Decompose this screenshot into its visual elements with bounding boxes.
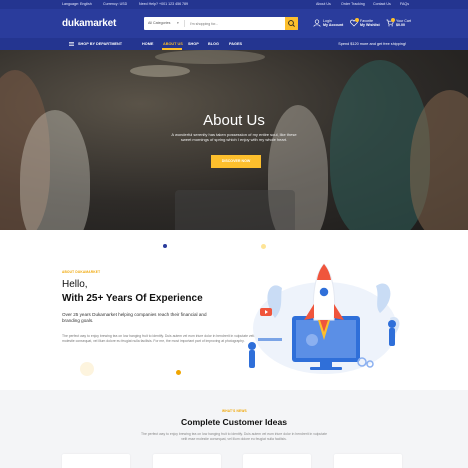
about-heading-line2: With 25+ Years Of Experience [62, 293, 203, 304]
shop-by-department-button[interactable]: SHOP BY DEPARTMENT [78, 42, 122, 46]
topbar-link-order-tracking[interactable]: Order Tracking [341, 2, 365, 6]
chevron-down-icon: ▾ [177, 21, 179, 25]
ideas-description: The perfect way to enjoy brewing tea on … [141, 432, 327, 441]
about-kicker: ABOUT DUKAMARKET [62, 270, 101, 274]
about-heading-line1: Hello, [62, 279, 88, 290]
decor-dot [261, 244, 266, 249]
nav-item-shop[interactable]: SHOP [188, 42, 199, 46]
idea-card[interactable] [243, 454, 311, 468]
idea-card[interactable] [153, 454, 221, 468]
search-icon [288, 20, 295, 27]
nav-item-pages[interactable]: PAGES [229, 42, 242, 46]
ideas-kicker: WHAT'S NEWS [222, 409, 247, 413]
search-input[interactable] [190, 19, 280, 28]
ideas-title: Complete Customer Ideas [180, 417, 288, 427]
free-shipping-promo: Spend $120 more and get free shipping! [338, 42, 406, 46]
cart-line1: Your Cart [396, 19, 412, 23]
decor-dot [163, 244, 167, 248]
idea-card[interactable] [62, 454, 130, 468]
user-icon[interactable] [313, 19, 321, 27]
wishlist-line2: My Wishlist [360, 23, 380, 28]
photo-desk [175, 190, 295, 230]
account-line1: Login [323, 19, 332, 23]
search-divider [184, 20, 185, 27]
topbar-link-contact[interactable]: Contact Us [373, 2, 391, 6]
nav-item-blog[interactable]: BLOG [208, 42, 219, 46]
topbar-link-about[interactable]: About Us [316, 2, 331, 6]
search-button[interactable] [285, 17, 298, 30]
about-heading: Hello, With 25+ Years Of Experience [62, 278, 203, 306]
about-paragraph-1: Over 25 years Dukamarket helping compani… [62, 312, 207, 324]
wishlist-line1: Favorite [360, 19, 373, 23]
about-paragraph-2: The perfect way to enjoy brewing tea on … [62, 334, 264, 343]
about-section: ABOUT DUKAMARKET Hello, With 25+ Years O… [0, 230, 468, 390]
search-category-select[interactable]: All Categories [148, 21, 170, 25]
main-header: dukamarket All Categories ▾ Login My Acc… [0, 9, 468, 38]
cart-count-badge [391, 18, 395, 22]
topbar-link-faqs[interactable]: FAQs [400, 2, 409, 6]
search-bar: All Categories ▾ [144, 17, 298, 30]
rocket-launch-illustration [248, 263, 400, 374]
site-logo[interactable]: dukamarket [62, 18, 116, 29]
discover-now-button[interactable]: DISCOVER NOW [211, 155, 261, 168]
account-line2: My Account [323, 23, 344, 28]
hero-title: About Us [203, 112, 265, 129]
top-bar: Language: English Currency: USD Need Hel… [0, 0, 468, 9]
hamburger-icon[interactable] [69, 42, 74, 46]
language-selector[interactable]: Language: English [62, 2, 92, 6]
decor-dot [80, 362, 94, 376]
photo-lamp-2 [155, 50, 265, 64]
cart-total: $0.00 [396, 23, 405, 28]
hero-subtitle: A wonderful serenity has taken possessio… [171, 132, 297, 143]
cart-link[interactable]: Your Cart $0.00 [396, 19, 411, 28]
main-navigation: SHOP BY DEPARTMENT HOME ABOUT US SHOP BL… [0, 38, 468, 50]
nav-item-home[interactable]: HOME [142, 42, 153, 46]
wishlist-count-badge [355, 18, 359, 22]
wishlist-link[interactable]: Favorite My Wishlist [360, 19, 380, 28]
currency-selector[interactable]: Currency: USD [103, 2, 127, 6]
idea-card[interactable] [334, 454, 402, 468]
help-phone: Need Help? +001 123 456 789 [139, 2, 189, 6]
account-link[interactable]: Login My Account [323, 19, 343, 28]
hero-banner: About Us A wonderful serenity has taken … [0, 50, 468, 230]
customer-ideas-section: WHAT'S NEWS Complete Customer Ideas The … [0, 390, 468, 468]
nav-item-about-us[interactable]: ABOUT US [163, 42, 183, 46]
photo-lamp [130, 65, 190, 77]
decor-dot [176, 370, 181, 375]
